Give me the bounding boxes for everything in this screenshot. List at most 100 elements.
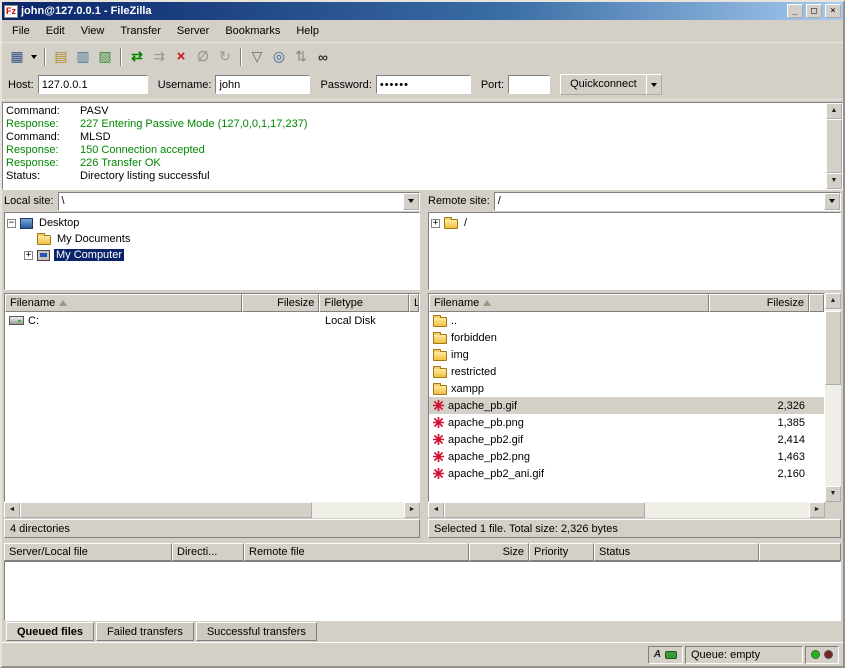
tree-item-root[interactable]: / — [431, 215, 838, 231]
username-input[interactable] — [215, 75, 310, 94]
filezilla-window: Fz john@127.0.0.1 - FileZilla _ □ × File… — [0, 0, 845, 668]
expand-icon[interactable] — [24, 251, 33, 260]
column-header-server-local-file[interactable]: Server/Local file — [4, 543, 172, 561]
directory-comparison-button[interactable]: ◎ — [268, 46, 290, 68]
speedlimit-icon[interactable] — [665, 651, 677, 659]
file-name: xampp — [451, 383, 484, 395]
scrollbar-track[interactable] — [444, 502, 809, 518]
disconnect-button[interactable]: ∅ — [192, 46, 214, 68]
menu-file[interactable]: File — [4, 21, 38, 41]
column-header-direction[interactable]: Directi... — [172, 543, 244, 561]
minimize-button[interactable]: _ — [787, 4, 803, 18]
filter-button[interactable]: ▽ — [246, 46, 268, 68]
quickconnect-button[interactable]: Quickconnect — [560, 74, 647, 95]
remote-file-row[interactable]: apache_pb2_ani.gif 2,160 — [429, 465, 824, 482]
tree-item-my-computer[interactable]: My Computer — [7, 247, 417, 263]
log-scrollbar[interactable]: ▲ ▼ — [826, 103, 842, 189]
remote-file-row[interactable]: apache_pb.png 1,385 — [429, 414, 824, 431]
local-file-list: Filename Filesize Filetype L C: Local Di… — [4, 293, 420, 502]
file-name: forbidden — [451, 332, 497, 344]
tree-item-desktop[interactable]: Desktop — [7, 215, 417, 231]
scrollbar-thumb[interactable] — [444, 502, 645, 518]
folder-icon — [433, 368, 447, 378]
menu-server[interactable]: Server — [169, 21, 217, 41]
find-files-button[interactable]: ∞ — [312, 46, 334, 68]
reconnect-button[interactable]: ↻ — [214, 46, 236, 68]
port-input[interactable] — [508, 75, 550, 94]
site-manager-button[interactable]: ▦ — [6, 46, 28, 68]
column-header-filename[interactable]: Filename — [429, 294, 709, 312]
transfer-queue: Server/Local file Directi... Remote file… — [2, 543, 843, 621]
remote-file-row[interactable]: .. — [429, 312, 824, 329]
remote-horizontal-scrollbar[interactable]: ◄ ► — [428, 502, 841, 518]
column-header-filesize[interactable]: Filesize — [242, 294, 320, 312]
scroll-down-icon[interactable]: ▼ — [826, 173, 842, 189]
local-horizontal-scrollbar[interactable]: ◄ ► — [4, 502, 420, 518]
scrollbar-thumb[interactable] — [826, 119, 842, 173]
maximize-button[interactable]: □ — [806, 4, 822, 18]
tab-failed-transfers[interactable]: Failed transfers — [96, 622, 194, 641]
scrollbar-track[interactable] — [826, 119, 842, 173]
combo-dropdown-button[interactable] — [403, 193, 419, 210]
scroll-right-icon[interactable]: ► — [404, 502, 420, 518]
column-header-filetype[interactable]: Filetype — [319, 294, 409, 312]
remote-file-row[interactable]: apache_pb2.gif 2,414 — [429, 431, 824, 448]
remote-site-combo[interactable]: / — [494, 192, 841, 211]
column-header-size[interactable]: Size — [469, 543, 529, 561]
remote-file-row-selected[interactable]: apache_pb.gif 2,326 — [429, 397, 824, 414]
reconnect-icon: ↻ — [219, 48, 231, 65]
cancel-button[interactable]: × — [170, 46, 192, 68]
tree-item-my-documents[interactable]: My Documents — [7, 231, 417, 247]
column-header-filename[interactable]: Filename — [5, 294, 242, 312]
local-file-row[interactable]: C: Local Disk — [5, 312, 419, 329]
toggle-directory-trees-button[interactable]: ▥ — [72, 46, 94, 68]
scroll-down-icon[interactable]: ▼ — [825, 486, 841, 502]
password-input[interactable] — [376, 75, 471, 94]
menu-view[interactable]: View — [73, 21, 113, 41]
toggle-message-log-button[interactable]: ▤ — [50, 46, 72, 68]
scroll-up-icon[interactable]: ▲ — [826, 103, 842, 119]
scrollbar-track[interactable] — [20, 502, 404, 518]
process-queue-button[interactable]: ⇉ — [148, 46, 170, 68]
scrollbar-thumb[interactable] — [20, 502, 312, 518]
column-header-status[interactable]: Status — [594, 543, 759, 561]
expand-icon[interactable] — [431, 219, 440, 228]
folder-icon — [433, 385, 447, 395]
synchronized-browsing-button[interactable]: ⇅ — [290, 46, 312, 68]
column-header-filesize[interactable]: Filesize — [709, 294, 809, 312]
scroll-up-icon[interactable]: ▲ — [825, 293, 841, 309]
site-manager-dropdown[interactable] — [28, 46, 40, 68]
menu-transfer[interactable]: Transfer — [112, 21, 169, 41]
scroll-right-icon[interactable]: ► — [809, 502, 825, 518]
remote-file-row[interactable]: apache_pb2.png 1,463 — [429, 448, 824, 465]
scroll-left-icon[interactable]: ◄ — [4, 502, 20, 518]
remote-vertical-scrollbar[interactable]: ▲ ▼ — [825, 293, 841, 502]
scrollbar-track[interactable] — [825, 309, 841, 486]
close-button[interactable]: × — [825, 4, 841, 18]
scroll-left-icon[interactable]: ◄ — [428, 502, 444, 518]
host-input[interactable] — [38, 75, 148, 94]
remote-file-row[interactable]: restricted — [429, 363, 824, 380]
tab-successful-transfers[interactable]: Successful transfers — [196, 622, 317, 641]
scrollbar-thumb[interactable] — [825, 311, 841, 385]
column-header-priority[interactable]: Priority — [529, 543, 594, 561]
tab-queued-files[interactable]: Queued files — [6, 622, 94, 641]
collapse-icon[interactable] — [7, 219, 16, 228]
menu-help[interactable]: Help — [288, 21, 327, 41]
column-header-last-modified[interactable]: L — [409, 294, 419, 312]
menu-bookmarks[interactable]: Bookmarks — [217, 21, 288, 41]
remote-file-row[interactable]: forbidden — [429, 329, 824, 346]
remote-file-row[interactable]: xampp — [429, 380, 824, 397]
remote-file-row[interactable]: img — [429, 346, 824, 363]
title-bar[interactable]: Fz john@127.0.0.1 - FileZilla _ □ × — [2, 2, 843, 20]
column-header-remote-file[interactable]: Remote file — [244, 543, 469, 561]
column-header-filler — [759, 543, 841, 561]
toggle-transfer-queue-button[interactable]: ▧ — [94, 46, 116, 68]
quickconnect-dropdown[interactable] — [646, 74, 662, 95]
local-site-combo[interactable]: \ — [58, 192, 420, 211]
queue-list[interactable] — [4, 561, 841, 621]
refresh-button[interactable]: ⇄ — [126, 46, 148, 68]
combo-dropdown-button[interactable] — [824, 193, 840, 210]
column-label: Filesize — [277, 297, 314, 309]
menu-edit[interactable]: Edit — [38, 21, 73, 41]
